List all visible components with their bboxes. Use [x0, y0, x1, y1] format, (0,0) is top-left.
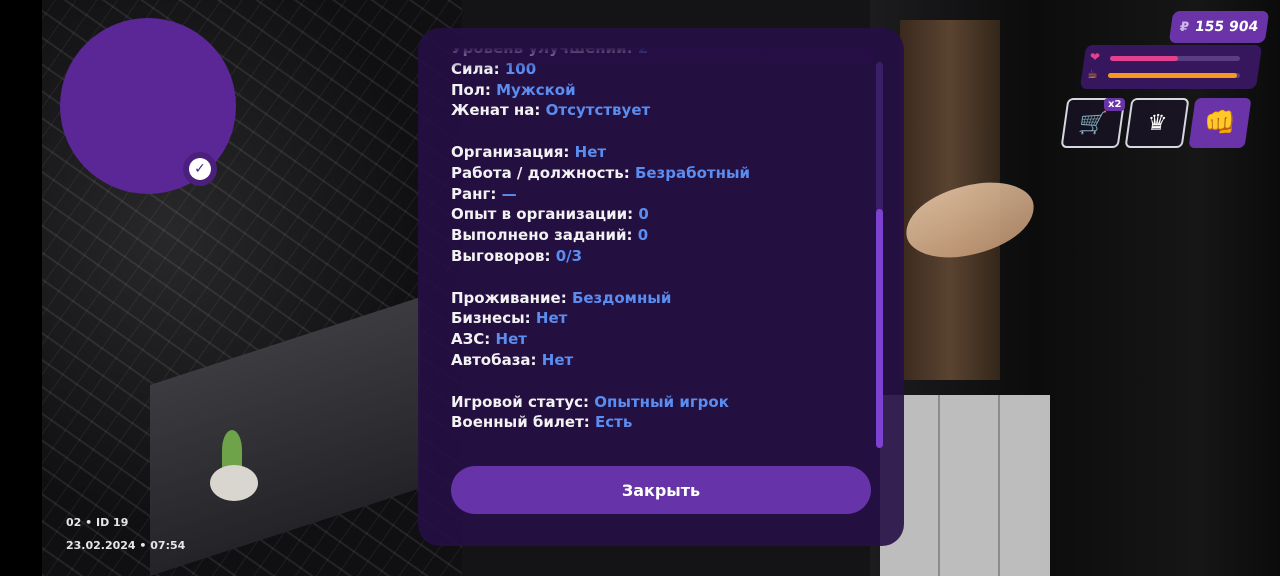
info-line: Автобаза: Нет — [451, 350, 750, 371]
info-label: Опыт в организации: — [451, 205, 634, 224]
info-label: Выговоров: — [451, 246, 551, 265]
money-amount: 155 904 — [1193, 19, 1260, 35]
info-label: Автобаза: — [451, 350, 537, 369]
line-spacer — [451, 267, 750, 288]
info-line: Уровень улучшений: 2 — [451, 48, 750, 59]
info-value: Безработный — [634, 163, 751, 182]
money-badge: ₽ 155 904 — [1168, 11, 1270, 43]
info-value: 100 — [504, 59, 537, 78]
message-button[interactable]: ✓ — [183, 152, 217, 186]
info-value: 0 — [637, 226, 649, 245]
info-value: 0/3 — [555, 246, 583, 265]
info-label: Женат на: — [451, 101, 541, 120]
info-line: Организация: Нет — [451, 142, 750, 163]
health-bar — [1110, 56, 1240, 61]
info-label: Сила: — [451, 59, 500, 78]
heart-icon: ❤ — [1090, 50, 1101, 64]
plant-pot — [210, 465, 258, 501]
info-line: Пол: Мужской — [451, 80, 750, 101]
info-value: Опытный игрок — [594, 392, 729, 411]
info-label: Организация: — [451, 142, 570, 161]
shopping-cart-icon: 🛒 — [1077, 110, 1109, 136]
info-label: Ранг: — [451, 184, 497, 203]
info-value: Нет — [535, 309, 568, 328]
close-button[interactable]: Закрыть — [451, 466, 871, 514]
line-spacer — [451, 121, 750, 142]
info-line: Женат на: Отсутствует — [451, 100, 750, 121]
info-line: Опыт в организации: 0 — [451, 204, 750, 225]
profile-dialog: Уровень улучшений: 2 Сила: 100 Пол: Мужско… — [418, 28, 904, 546]
fist-button[interactable]: 👊 — [1188, 98, 1252, 148]
scrollbar-thumb[interactable] — [876, 209, 883, 448]
info-label: Уровень улучшений: — [451, 48, 633, 57]
info-label: Военный билет: — [451, 413, 590, 432]
info-value: Бездомный — [571, 288, 672, 307]
info-value: Отсутствует — [545, 101, 651, 120]
shop-multiplier-badge: x2 — [1104, 98, 1126, 111]
message-check-icon: ✓ — [189, 158, 211, 180]
info-value: Мужской — [496, 80, 576, 99]
info-line: АЗС: Нет — [451, 329, 750, 350]
info-line: Игровой статус: Опытный игрок — [451, 392, 750, 413]
info-label: Пол: — [451, 80, 491, 99]
info-label: Работа / должность: — [451, 163, 630, 182]
info-line: Проживание: Бездомный — [451, 288, 750, 309]
tiled-floor — [880, 395, 1050, 576]
info-label: Выполнено заданий: — [451, 226, 633, 245]
info-value: Есть — [595, 413, 633, 432]
status-bars — [1079, 45, 1263, 89]
plant — [222, 430, 242, 470]
currency-icon: ₽ — [1178, 19, 1190, 35]
fist-icon: 👊 — [1201, 108, 1239, 138]
info-label: Проживание: — [451, 288, 567, 307]
screen-edge — [0, 0, 42, 576]
crown-icon: ♛ — [1145, 110, 1169, 136]
info-label: Бизнесы: — [451, 309, 531, 328]
info-line: Военный билет: Есть — [451, 412, 750, 433]
hunger-bar-fill — [1108, 73, 1238, 78]
profile-info-list[interactable]: Уровень улучшений: 2 Сила: 100 Пол: Мужско… — [451, 48, 871, 468]
server-id-label: 02 • ID 19 — [66, 516, 129, 529]
info-line: Выговоров: 0/3 — [451, 246, 750, 267]
health-bar-fill — [1110, 56, 1178, 61]
info-value: Нет — [574, 142, 607, 161]
info-label: Игровой статус: — [451, 392, 590, 411]
info-line: Выполнено заданий: 0 — [451, 225, 750, 246]
info-value: Нет — [541, 350, 574, 369]
vip-button[interactable]: ♛ — [1124, 98, 1190, 148]
info-value: — — [501, 184, 517, 203]
info-line: Сила: 100 — [451, 59, 750, 80]
info-value: 0 — [638, 205, 649, 224]
info-value: Нет — [495, 330, 527, 349]
info-line: Ранг: — — [451, 184, 750, 205]
profile-info-lines: Уровень улучшений: 2 Сила: 100 Пол: Мужско… — [451, 48, 750, 433]
hunger-bar — [1108, 73, 1240, 78]
info-value: 2 — [637, 48, 649, 57]
datetime-label: 23.02.2024 • 07:54 — [66, 539, 186, 552]
info-line: Бизнесы: Нет — [451, 308, 750, 329]
coffee-cup-icon: ☕ — [1087, 67, 1098, 81]
scrollbar[interactable] — [876, 62, 883, 448]
info-label: АЗС: — [451, 330, 491, 349]
info-line: Работа / должность: Безработный — [451, 163, 750, 184]
line-spacer — [451, 371, 750, 392]
